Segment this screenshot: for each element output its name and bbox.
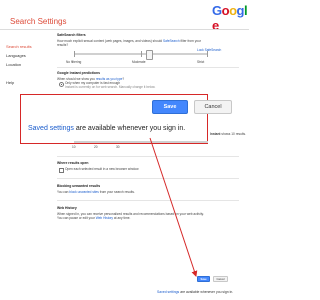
- annotation-arrow-icon: [149, 137, 198, 277]
